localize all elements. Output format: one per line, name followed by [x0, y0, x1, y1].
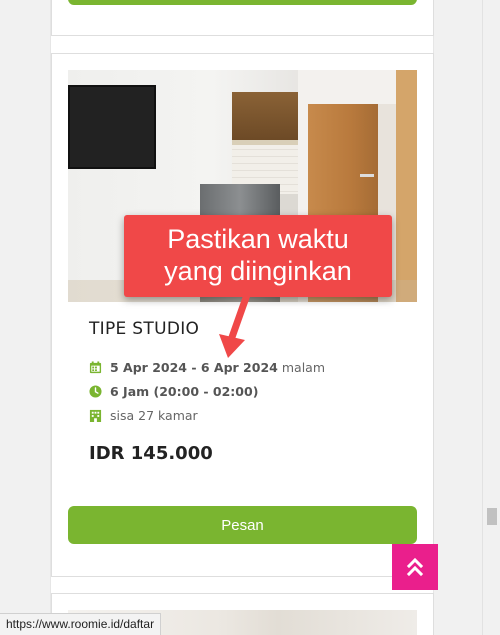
- room-price: IDR 145.000: [89, 443, 213, 464]
- previous-room-card: [51, 0, 434, 36]
- double-chevron-up-icon: [406, 557, 424, 577]
- tooltip-callout: Pastikan waktu yang diinginkan: [124, 215, 392, 297]
- stay-time-row: 6 Jam (20:00 - 02:00): [89, 382, 258, 400]
- calendar-icon: [89, 360, 102, 373]
- status-bar-url: https://www.roomie.id/daftar: [0, 613, 162, 635]
- stay-duration: 6 Jam (20:00 - 02:00): [110, 383, 259, 399]
- stay-date-row: 5 Apr 2024 - 6 Apr 2024 malam: [89, 358, 325, 376]
- building-icon: [89, 409, 102, 422]
- page-scrollbar[interactable]: [482, 0, 500, 635]
- availability-row: sisa 27 kamar: [89, 406, 198, 424]
- callout-line-2: yang diinginkan: [164, 256, 352, 286]
- book-button[interactable]: Pesan: [68, 506, 417, 544]
- rooms-left: sisa 27 kamar: [110, 407, 198, 423]
- callout-arrow-icon: [219, 290, 252, 358]
- tv-image-detail: [68, 85, 156, 169]
- room-type-title: TIPE STUDIO: [89, 319, 200, 339]
- clock-icon: [89, 384, 102, 398]
- scrollbar-thumb[interactable]: [487, 508, 497, 525]
- scroll-to-top-button[interactable]: [392, 544, 438, 590]
- callout-line-1: Pastikan waktu: [167, 224, 349, 254]
- stay-date-suffix: malam: [281, 359, 326, 375]
- previous-book-button[interactable]: [68, 0, 417, 5]
- stay-date-range: 5 Apr 2024 - 6 Apr 2024: [110, 359, 278, 375]
